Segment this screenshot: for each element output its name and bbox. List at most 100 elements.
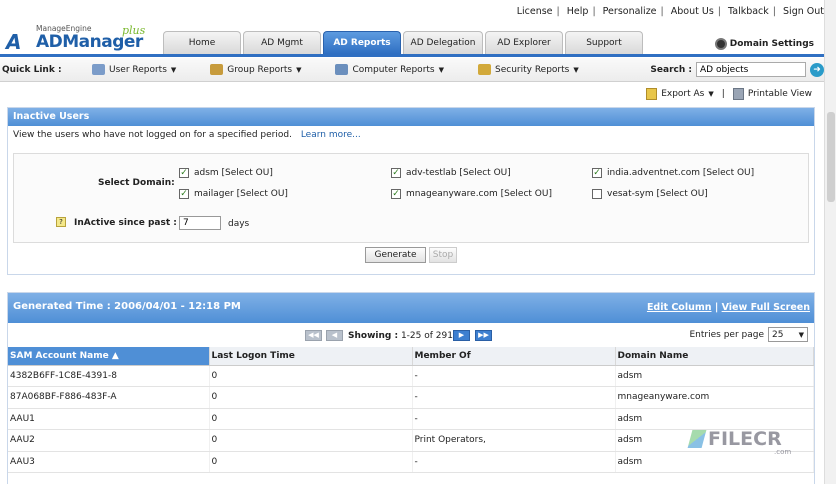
license-link[interactable]: License [517,6,553,17]
report-title: Inactive Users [8,108,814,126]
domain-checkbox-vesat-sym[interactable]: vesat-sym [Select OU] [592,189,708,199]
quick-user-reports-label: User Reports [109,64,167,75]
results-panel: Generated Time : 2006/04/01 - 12:18 PM E… [7,292,815,484]
entries-per-page-label: Entries per page [689,329,765,340]
tab-ad-reports[interactable]: AD Reports [323,31,401,54]
generate-button[interactable]: Generate [365,247,426,263]
cell-domain: mnageanyware.com [615,386,814,409]
search-input[interactable] [696,62,806,77]
tab-ad-mgmt[interactable]: AD Mgmt [243,31,321,54]
table-row[interactable]: AAU3 0 - adsm [8,451,814,473]
pagination-bar: ◀◀ ◀ Showing : 1-25 of 291 ▶ ▶▶ Entries … [8,323,814,347]
personalize-link[interactable]: Personalize [603,6,657,17]
tab-underline [0,54,824,57]
cell-sam: 87A068BF-F886-483F-A [8,386,210,409]
ad-logo-icon: A [6,30,22,54]
last-page-icon[interactable]: ▶▶ [475,330,492,341]
column-sam-account-name[interactable]: SAM Account Name ▲ [8,347,210,366]
domain-settings-label: Domain Settings [729,39,814,49]
cell-logon: 0 [209,429,413,452]
report-description: View the users who have not logged on fo… [13,130,292,140]
learn-more-link[interactable]: Learn more... [301,130,361,140]
sign-out-link[interactable]: Sign Out [783,6,824,17]
watermark-sub: .com [774,448,792,456]
next-page-icon[interactable]: ▶ [453,330,470,341]
domain-checkbox-india[interactable]: ✓ india.adventnet.com [Select OU] [592,168,754,178]
domain-checkbox-adv-testlab[interactable]: ✓ adv-testlab [Select OU] [391,168,511,178]
checkbox-icon: ✓ [592,168,602,178]
quick-computer-reports[interactable]: Computer Reports ▼ [335,64,444,75]
quick-group-reports[interactable]: Group Reports ▼ [210,64,301,75]
group-icon [210,64,224,75]
quick-security-reports-label: Security Reports [495,64,570,75]
column-member-of[interactable]: Member Of [412,347,616,366]
stop-button[interactable]: Stop [429,247,457,263]
results-links: Edit Column | View Full Screen [647,302,810,313]
domain-label: india.adventnet.com [Select OU] [607,168,755,178]
search-go-icon[interactable]: ➜ [810,62,824,77]
main-tabs: Home AD Mgmt AD Reports AD Delegation AD… [163,31,645,54]
checkbox-icon: ✓ [391,168,401,178]
quick-user-reports[interactable]: User Reports ▼ [92,64,176,75]
prev-page-icon[interactable]: ◀ [326,330,343,341]
cell-member: Print Operators, [412,429,616,452]
days-label: days [228,219,250,229]
cell-sam: 4382B6FF-1C8E-4391-8 [8,365,210,387]
column-last-logon-time[interactable]: Last Logon Time [209,347,413,366]
report-form: Select Domain: ✓ adsm [Select OU] ✓ adv-te… [13,153,809,243]
inactive-since-label: InActive since past : [74,218,177,228]
table-row[interactable]: 87A068BF-F886-483F-A 0 - mnageanyware.co… [8,386,814,409]
entries-per-page-select[interactable]: 25 ▼ [768,327,808,342]
inactive-days-input[interactable] [179,216,221,230]
about-us-link[interactable]: About Us [671,6,714,17]
cell-sam: AAU1 [8,408,210,430]
vertical-scrollbar[interactable] [824,0,836,484]
checkbox-icon [592,189,602,199]
tab-home[interactable]: Home [163,31,241,54]
help-link[interactable]: Help [567,6,589,17]
talkback-link[interactable]: Talkback [728,6,769,17]
quick-security-reports[interactable]: Security Reports ▼ [478,64,579,75]
column-domain-name[interactable]: Domain Name [615,347,814,366]
results-header: Generated Time : 2006/04/01 - 12:18 PM E… [8,293,814,323]
domain-label: adv-testlab [Select OU] [406,168,511,178]
domain-checkbox-mailager[interactable]: ✓ mailager [Select OU] [179,189,288,199]
scrollbar-thumb[interactable] [827,112,835,202]
export-as-button[interactable]: Export As [661,89,704,99]
export-bar: Export As ▼ | Printable View [646,88,812,100]
table-row[interactable]: AAU1 0 - adsm [8,408,814,430]
export-icon [646,88,658,100]
chevron-down-icon: ▼ [798,330,804,339]
users-icon [92,64,105,75]
separator: | [714,302,722,313]
quick-group-reports-label: Group Reports [227,64,293,75]
gear-icon [714,38,727,50]
quick-computer-reports-label: Computer Reports [352,64,435,75]
domain-checkbox-mnageanyware[interactable]: ✓ mnageanyware.com [Select OU] [391,189,552,199]
tab-ad-delegation[interactable]: AD Delegation [403,31,483,54]
domain-settings-button[interactable]: Domain Settings [714,38,814,50]
domain-checkbox-adsm[interactable]: ✓ adsm [Select OU] [179,168,273,178]
printer-icon [732,88,744,100]
checkbox-icon: ✓ [179,168,189,178]
computer-icon [335,64,349,75]
tab-support[interactable]: Support [565,31,643,54]
domain-label: vesat-sym [Select OU] [607,189,708,199]
report-description-line: View the users who have not logged on fo… [8,126,814,144]
quick-link-label: Quick Link : [2,64,62,75]
caret-down-icon: ▼ [573,65,579,74]
tab-ad-explorer[interactable]: AD Explorer [485,31,563,54]
cell-logon: 0 [209,386,413,409]
cell-logon: 0 [209,408,413,430]
showing-text: Showing : 1-25 of 291 [348,331,453,341]
view-full-screen-link[interactable]: View Full Screen [722,302,810,313]
quick-link-bar: Quick Link : User Reports ▼ Group Report… [0,58,824,82]
watermark-text: FILECR [708,428,782,450]
search-label: Search : [650,64,692,75]
first-page-icon[interactable]: ◀◀ [305,330,322,341]
printable-view-link[interactable]: Printable View [748,89,812,99]
help-icon[interactable]: ? [56,217,66,227]
table-row[interactable]: 4382B6FF-1C8E-4391-8 0 - adsm [8,365,814,387]
cell-domain: adsm [615,408,814,430]
edit-column-link[interactable]: Edit Column [647,302,712,313]
